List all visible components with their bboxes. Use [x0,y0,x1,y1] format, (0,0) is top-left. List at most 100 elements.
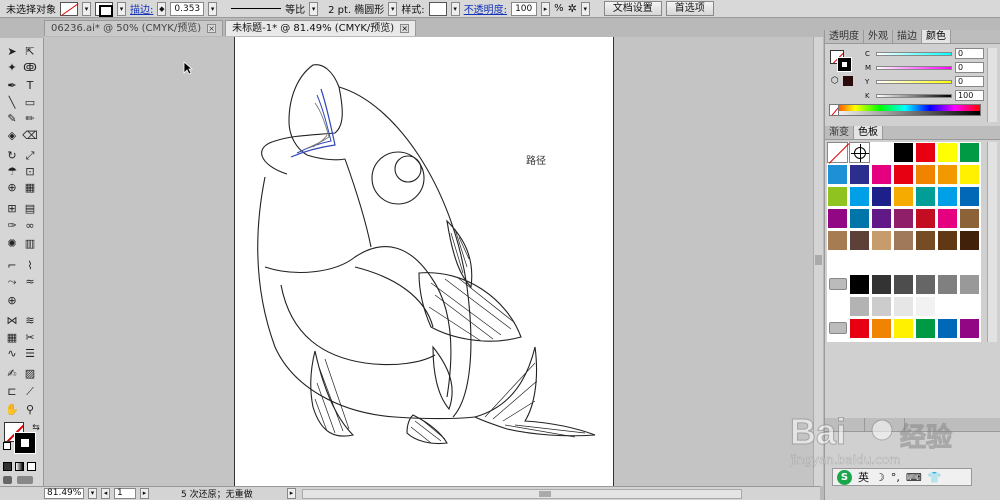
color-swatch[interactable] [871,318,892,339]
color-mode-icon[interactable] [3,462,12,471]
magic-wand-tool-icon[interactable]: ✦ [4,60,20,75]
color-swatch[interactable] [915,142,936,163]
stroke-panel-link[interactable]: 描边: [130,1,153,16]
color-swatch[interactable] [959,230,980,251]
color-swatch[interactable] [827,164,848,185]
style-dropdown[interactable]: ▾ [450,1,460,16]
scale-tool-icon[interactable]: ⤢ [22,148,38,163]
color-swatch[interactable] [871,208,892,229]
opacity-dropdown[interactable]: ▸ [541,1,551,16]
color-swatch[interactable] [937,164,958,185]
type-tool-icon[interactable]: T [22,78,38,93]
color-swatch[interactable] [959,208,980,229]
twirl-tool-icon[interactable]: ≈ [22,274,38,289]
width-tool-icon[interactable]: ⤳ [4,274,20,289]
preferences-button[interactable]: 首选项 [665,1,714,16]
swatch-registration[interactable] [849,142,870,163]
ime-toolbar[interactable]: S 英 ☽ °, ⌨ 👕 [832,468,972,486]
screen-mode-icon[interactable] [17,476,33,484]
color-swatch[interactable] [893,142,914,163]
color-swatch[interactable] [827,186,848,207]
close-icon[interactable]: × [207,24,217,33]
punctuation-icon[interactable]: °, [891,471,900,484]
target-tool-icon[interactable]: ⊕ [4,293,20,308]
shape-builder-tool-icon[interactable]: ⊕ [4,180,20,195]
brush-dropdown[interactable]: ▾ [388,1,398,16]
zoom-tool-icon[interactable]: ⚲ [22,402,38,417]
zoom-field[interactable]: 81.49% [44,488,84,499]
color-swatch[interactable] [915,318,936,339]
color-swatch[interactable] [915,274,936,295]
tab-stroke[interactable]: 描边 [893,30,922,43]
wave-tool-icon[interactable]: ∿ [4,346,20,361]
list-tool-icon[interactable]: ☰ [22,346,38,361]
stroke-swatch[interactable] [95,1,113,17]
color-swatch[interactable] [849,230,870,251]
doc-tab-1[interactable]: 06236.ai* @ 50% (CMYK/预览) × [44,20,224,36]
color-swatch[interactable] [959,164,980,185]
none-mode-icon[interactable] [27,462,36,471]
pen-tool-icon[interactable]: ✒ [4,78,20,93]
color-swatch[interactable] [915,164,936,185]
color-swatch[interactable] [849,164,870,185]
stroke-profile-preview[interactable] [231,8,282,9]
artboard-number-field[interactable]: 1 [114,488,136,499]
fill-swatch[interactable] [60,1,78,16]
blob-brush-tool-icon[interactable]: ◈ [4,128,20,143]
free-transform-tool-icon[interactable]: ⊡ [22,164,38,179]
swatch-group-folder-icon[interactable] [829,278,849,292]
color-swatch[interactable] [937,230,958,251]
color-swatch[interactable] [849,208,870,229]
measure-tool-icon[interactable]: ▨ [22,366,38,381]
color-spectrum[interactable] [829,104,981,116]
recolor-dropdown[interactable]: ▾ [580,1,590,16]
color-swatch[interactable] [849,296,870,317]
cyan-track[interactable] [875,51,953,56]
black-value[interactable]: 100 [955,90,985,101]
color-swatch[interactable] [827,208,848,229]
scrollbar-thumb[interactable] [815,255,822,265]
warp-tool-icon[interactable]: ☂ [4,164,20,179]
eyedropper-tool-icon[interactable]: ✑ [4,218,20,233]
color-swatch[interactable] [871,186,892,207]
magenta-slider[interactable]: M 0 % [865,62,995,73]
color-swatch[interactable] [959,142,980,163]
default-fill-stroke-icon[interactable] [3,442,11,450]
swap-fill-stroke-icon[interactable]: ⇆ [28,420,44,435]
swatch-none[interactable] [827,142,850,164]
prev-artboard-button[interactable]: ◂ [101,488,110,499]
canvas-area[interactable]: 路径 [44,37,814,486]
tab-color[interactable]: 颜色 [922,30,951,43]
live-paint-tool-icon[interactable]: ✍ [4,366,20,381]
color-swatch[interactable] [871,296,892,317]
magenta-track[interactable] [875,65,953,70]
selection-tool-icon[interactable]: ➤ [4,44,20,59]
tab-gradient[interactable]: 渐变 [825,126,854,139]
stroke-color-icon[interactable] [14,432,36,454]
color-swatch[interactable] [959,186,980,207]
color-swatch[interactable] [871,142,892,163]
fish-artwork[interactable] [235,37,615,486]
magenta-value[interactable]: 0 [955,62,985,73]
envelope-tool-icon[interactable]: ≋ [22,313,38,328]
color-swatch[interactable] [959,318,980,339]
artboard-tool-icon[interactable]: ⌐ [4,258,20,273]
close-icon[interactable]: × [400,24,410,33]
paintbrush-tool-icon[interactable]: ✎ [4,111,20,126]
color-swatch[interactable] [871,164,892,185]
rectangle-tool-icon[interactable]: ▭ [22,95,38,110]
cyan-slider[interactable]: C 0 % [865,48,995,59]
tab-swatches[interactable]: 色板 [854,126,883,139]
color-swatch[interactable] [849,274,870,295]
opacity-field[interactable]: 100 [511,1,538,16]
graph-tool-icon[interactable]: ▦ [4,330,20,345]
pencil-tool-icon[interactable]: ✏ [22,111,38,126]
zoom-dropdown[interactable]: ▾ [88,488,97,499]
mesh-tool-icon[interactable]: ⊞ [4,201,20,216]
brush-definition[interactable]: 2 pt. 椭圆形 [328,1,384,16]
document-setup-button[interactable]: 文档设置 [603,1,662,16]
tab-transparency[interactable]: 透明度 [825,30,864,43]
panel-scrollbar[interactable] [987,48,997,122]
scrollbar-thumb[interactable] [539,490,551,497]
yellow-slider[interactable]: Y 0 % [865,76,995,87]
